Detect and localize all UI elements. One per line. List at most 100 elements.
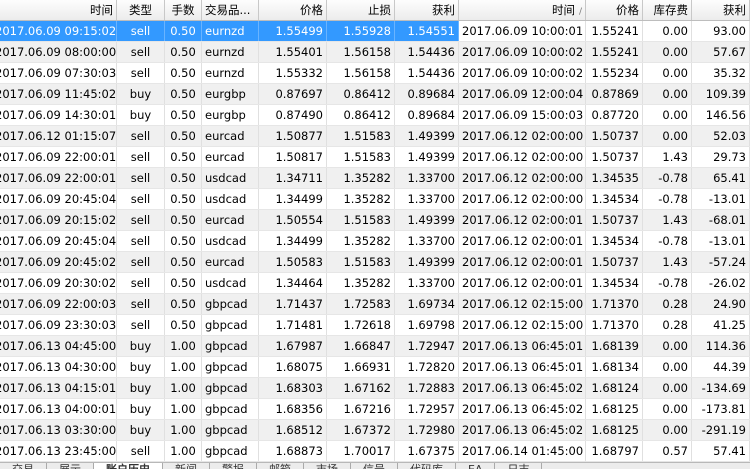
table-row[interactable]: 2017.06.09 20:45:04 sell 0.50 usdcad 1.34499… bbox=[0, 189, 750, 210]
cell-tp: 1.33700 bbox=[395, 231, 459, 251]
cell-sl: 1.51583 bbox=[327, 210, 395, 230]
cell-close-price: 1.50737 bbox=[586, 210, 643, 230]
cell-symbol: gbpcad bbox=[202, 315, 259, 335]
cell-lots: 0.50 bbox=[165, 147, 202, 167]
table-row[interactable]: 2017.06.13 04:00:01 buy 1.00 gbpcad 1.68356 1… bbox=[0, 399, 750, 420]
cell-tp: 1.49399 bbox=[395, 126, 459, 146]
column-header-label: 时间 bbox=[90, 3, 113, 17]
cell-profit: 57.67 bbox=[692, 42, 750, 62]
cell-profit: -26.02 bbox=[692, 273, 750, 293]
cell-swap: 0.00 bbox=[643, 378, 692, 398]
table-row[interactable]: 2017.06.13 04:15:01 buy 1.00 gbpcad 1.68303 1… bbox=[0, 378, 750, 399]
cell-sl: 1.67162 bbox=[327, 378, 395, 398]
cell-lots: 1.00 bbox=[165, 378, 202, 398]
cell-lots: 1.00 bbox=[165, 357, 202, 377]
cell-open-time: 2017.06.13 04:00:01 bbox=[0, 399, 117, 419]
table-row[interactable]: 2017.06.09 07:30:03 sell 0.50 eurnzd 1.55332… bbox=[0, 63, 750, 84]
cell-open-price: 1.50554 bbox=[259, 210, 327, 230]
cell-lots: 0.50 bbox=[165, 252, 202, 272]
cell-swap: -0.78 bbox=[643, 231, 692, 251]
table-row[interactable]: 2017.06.09 20:45:04 sell 0.50 usdcad 1.34499… bbox=[0, 231, 750, 252]
table-row[interactable]: 2017.06.13 03:30:00 buy 1.00 gbpcad 1.68512 1… bbox=[0, 420, 750, 441]
table-row[interactable]: 2017.06.13 04:45:00 buy 1.00 gbpcad 1.67987 1… bbox=[0, 336, 750, 357]
column-header-label: 获利 bbox=[723, 3, 746, 17]
cell-close-price: 1.71370 bbox=[586, 294, 643, 314]
cell-symbol: eurgbp bbox=[202, 84, 259, 104]
cell-open-time: 2017.06.09 07:30:03 bbox=[0, 63, 117, 83]
column-header-swap[interactable]: 库存费 bbox=[643, 0, 692, 20]
cell-close-time: 2017.06.13 06:45:02 bbox=[459, 378, 586, 398]
cell-close-price: 1.68125 bbox=[586, 420, 643, 440]
cell-tp: 1.72980 bbox=[395, 420, 459, 440]
cell-open-time: 2017.06.09 20:45:02 bbox=[0, 252, 117, 272]
cell-symbol: gbpcad bbox=[202, 441, 259, 461]
cell-tp: 1.49399 bbox=[395, 252, 459, 272]
cell-lots: 0.50 bbox=[165, 126, 202, 146]
cell-profit: 57.41 bbox=[692, 441, 750, 461]
cell-open-time: 2017.06.09 08:00:00 bbox=[0, 42, 117, 62]
column-header-label: 价格 bbox=[616, 3, 639, 17]
cell-open-price: 0.87697 bbox=[259, 84, 327, 104]
cell-close-time: 2017.06.12 02:00:01 bbox=[459, 210, 586, 230]
cell-profit: 52.03 bbox=[692, 126, 750, 146]
account-history-table: 时间 类型 手数 交易品... 价格 止损 获利 时间 / 价格 库存费 获利 2017.06.09 0… bbox=[0, 0, 750, 462]
cell-open-time: 2017.06.09 23:30:03 bbox=[0, 315, 117, 335]
column-header-type[interactable]: 类型 bbox=[117, 0, 165, 20]
cell-profit: 41.25 bbox=[692, 315, 750, 335]
cell-close-time: 2017.06.14 01:45:00 bbox=[459, 441, 586, 461]
table-row[interactable]: 2017.06.09 08:00:00 sell 0.50 eurnzd 1.55401… bbox=[0, 42, 750, 63]
cell-type: sell bbox=[117, 294, 165, 314]
table-row[interactable]: 2017.06.09 14:30:01 buy 0.50 eurgbp 0.87490 0… bbox=[0, 105, 750, 126]
table-row[interactable]: 2017.06.09 20:30:02 sell 0.50 usdcad 1.34464… bbox=[0, 273, 750, 294]
table-row[interactable]: 2017.06.09 22:00:03 sell 0.50 gbpcad 1.71437… bbox=[0, 294, 750, 315]
cell-lots: 0.50 bbox=[165, 105, 202, 125]
cell-swap: -0.78 bbox=[643, 168, 692, 188]
cell-sl: 1.51583 bbox=[327, 147, 395, 167]
column-header-lots[interactable]: 手数 bbox=[165, 0, 202, 20]
cell-type: buy bbox=[117, 378, 165, 398]
cell-open-time: 2017.06.13 04:45:00 bbox=[0, 336, 117, 356]
column-header-sl[interactable]: 止损 bbox=[327, 0, 395, 20]
table-row[interactable]: 2017.06.09 20:45:02 sell 0.50 eurcad 1.50583… bbox=[0, 252, 750, 273]
column-header-close-price[interactable]: 价格 bbox=[586, 0, 643, 20]
column-header-tp[interactable]: 获利 bbox=[395, 0, 459, 20]
cell-lots: 0.50 bbox=[165, 63, 202, 83]
cell-close-time: 2017.06.09 10:00:02 bbox=[459, 42, 586, 62]
column-header-open-time[interactable]: 时间 bbox=[0, 0, 117, 20]
cell-open-price: 1.34499 bbox=[259, 231, 327, 251]
table-row[interactable]: 2017.06.09 23:30:03 sell 0.50 gbpcad 1.71481… bbox=[0, 315, 750, 336]
table-row[interactable]: 2017.06.09 11:45:02 buy 0.50 eurgbp 0.87697 0… bbox=[0, 84, 750, 105]
cell-lots: 1.00 bbox=[165, 399, 202, 419]
cell-tp: 1.72947 bbox=[395, 336, 459, 356]
cell-close-price: 1.50737 bbox=[586, 252, 643, 272]
cell-type: sell bbox=[117, 210, 165, 230]
cell-open-time: 2017.06.13 03:30:00 bbox=[0, 420, 117, 440]
table-row[interactable]: 2017.06.13 04:30:00 buy 1.00 gbpcad 1.68075 1… bbox=[0, 357, 750, 378]
cell-profit: -134.69 bbox=[692, 378, 750, 398]
cell-open-price: 1.68303 bbox=[259, 378, 327, 398]
cell-close-price: 1.50737 bbox=[586, 147, 643, 167]
cell-tp: 1.69798 bbox=[395, 315, 459, 335]
cell-open-time: 2017.06.13 04:30:00 bbox=[0, 357, 117, 377]
cell-tp: 1.72820 bbox=[395, 357, 459, 377]
cell-type: sell bbox=[117, 126, 165, 146]
cell-symbol: usdcad bbox=[202, 273, 259, 293]
cell-open-price: 0.87490 bbox=[259, 105, 327, 125]
column-header-symbol[interactable]: 交易品... bbox=[202, 0, 259, 20]
cell-tp: 1.72883 bbox=[395, 378, 459, 398]
table-row[interactable]: 2017.06.09 09:15:02 sell 0.50 eurnzd 1.55499… bbox=[0, 21, 750, 42]
cell-close-time: 2017.06.09 15:00:03 bbox=[459, 105, 586, 125]
column-header-profit[interactable]: 获利 bbox=[692, 0, 750, 20]
table-row[interactable]: 2017.06.09 22:00:01 sell 0.50 usdcad 1.34711… bbox=[0, 168, 750, 189]
cell-close-price: 1.34534 bbox=[586, 273, 643, 293]
column-header-close-time[interactable]: 时间 / bbox=[459, 0, 586, 20]
table-row[interactable]: 2017.06.09 22:00:01 sell 0.50 eurcad 1.50817… bbox=[0, 147, 750, 168]
cell-type: buy bbox=[117, 336, 165, 356]
column-header-open-price[interactable]: 价格 bbox=[259, 0, 327, 20]
cell-close-price: 1.55241 bbox=[586, 42, 643, 62]
table-row[interactable]: 2017.06.09 20:15:02 sell 0.50 eurcad 1.50554… bbox=[0, 210, 750, 231]
table-row[interactable]: 2017.06.12 01:15:07 sell 0.50 eurcad 1.50877… bbox=[0, 126, 750, 147]
cell-open-time: 2017.06.09 14:30:01 bbox=[0, 105, 117, 125]
table-row[interactable]: 2017.06.13 23:45:00 sell 1.00 gbpcad 1.68873… bbox=[0, 441, 750, 462]
cell-swap: 0.28 bbox=[643, 294, 692, 314]
